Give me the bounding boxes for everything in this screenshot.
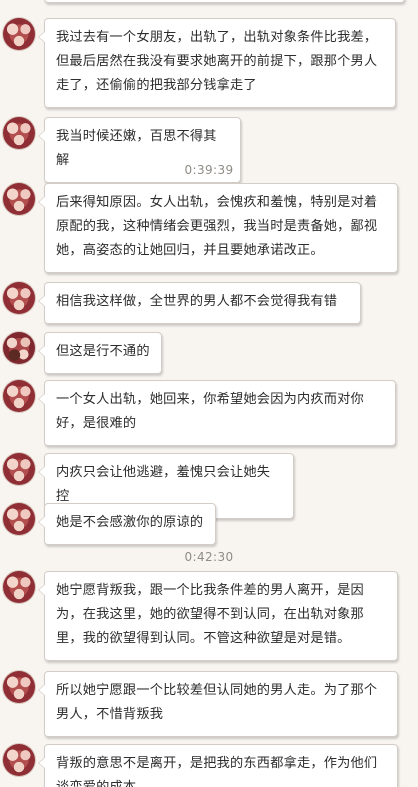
contact-avatar[interactable]: [3, 117, 35, 149]
message-bubble: 后来得知原因。女人出轨，会愧疚和羞愧，特别是对着原配的我，这种情绪会更强烈，我当…: [38, 183, 398, 273]
timestamp: 0:39:39: [184, 163, 234, 177]
message-bubble: 我过去有一个女朋友，出轨了，出轨对象条件比我差，但最后居然在我没有要求她离开的前…: [38, 18, 396, 108]
message-bubble: 一个女人出轨，她回来，你希望她会因为内疚而对你好，是很难的: [38, 380, 396, 446]
chat-log[interactable]: 我过去有一个女朋友，出轨了，出轨对象条件比我差，但最后居然在我没有要求她离开的前…: [0, 0, 418, 787]
message-bubble: 背叛的意思不是离开，是把我的东西都拿走，作为他们谈恋爱的成本: [38, 744, 398, 787]
message-bubble: 她宁愿背叛我，跟一个比我条件差的男人离开，是因为，在我这里，她的欲望得不到认同，…: [38, 571, 398, 661]
contact-avatar[interactable]: [3, 183, 35, 215]
contact-avatar[interactable]: [3, 380, 35, 412]
timestamp: 0:42:30: [184, 550, 234, 564]
message-bubble: 她是不会感激你的原谅的: [38, 503, 216, 545]
contact-avatar[interactable]: [3, 503, 35, 535]
message-bubble: 相信我这样做，全世界的男人都不会觉得我有错: [38, 282, 361, 324]
contact-avatar[interactable]: [3, 744, 35, 776]
contact-avatar[interactable]: [3, 453, 35, 485]
contact-avatar[interactable]: [3, 332, 35, 364]
message-bubble: 所以她宁愿跟一个比较差但认同她的男人走。为了那个男人，不惜背叛我: [38, 671, 398, 737]
contact-avatar[interactable]: [3, 671, 35, 703]
contact-avatar[interactable]: [3, 18, 35, 50]
contact-avatar[interactable]: [3, 282, 35, 314]
message-bubble: 但这是行不通的: [38, 332, 162, 374]
contact-avatar[interactable]: [3, 571, 35, 603]
previous-message-bubble: [44, 0, 405, 3]
